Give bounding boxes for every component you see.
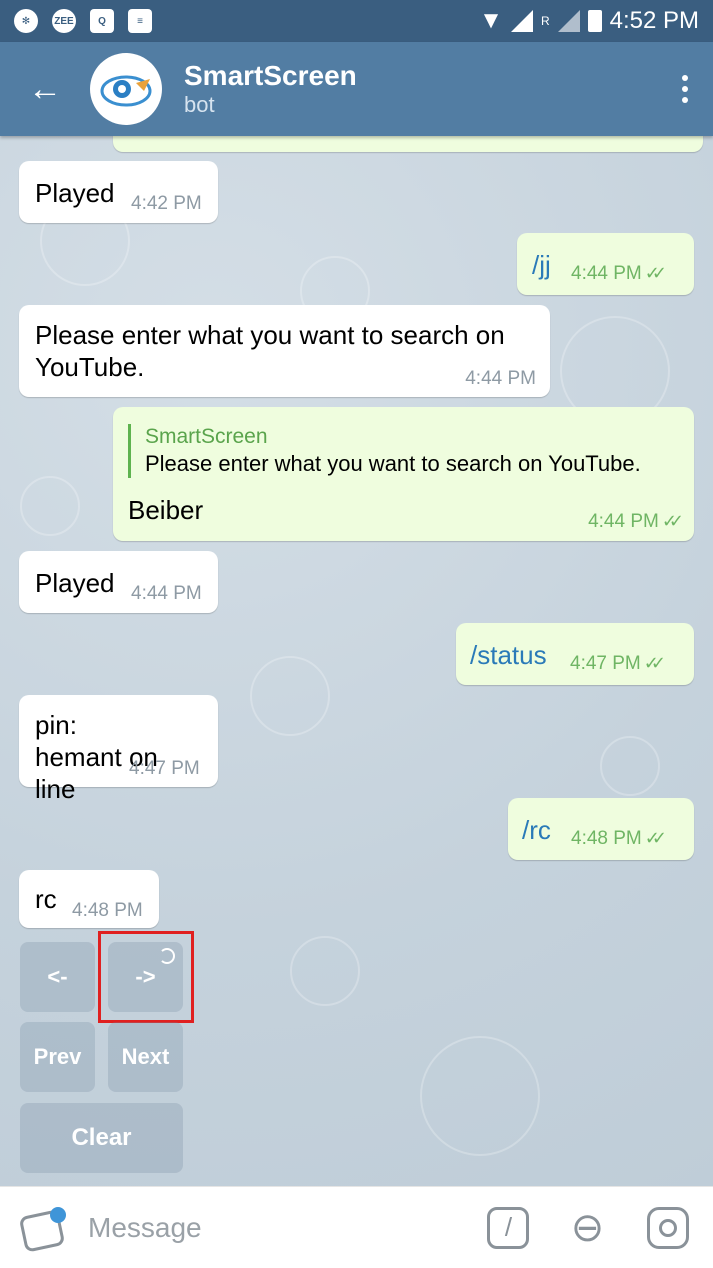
- roaming-indicator: R: [540, 14, 550, 28]
- message-bubble-incoming[interactable]: rc 4:48 PM: [19, 870, 159, 928]
- avatar[interactable]: [90, 53, 162, 125]
- reply-sender: SmartScreen: [145, 425, 268, 448]
- attach-icon[interactable]: ⊘: [560, 1199, 616, 1255]
- message-time: 4:42 PM: [131, 193, 202, 214]
- message-bubble-outgoing[interactable]: /rc 4:48 PM ✓✓: [508, 798, 694, 860]
- signal-icon: [510, 10, 533, 32]
- command-link[interactable]: /rc: [522, 814, 551, 846]
- reply-text: Please enter what you want to search on …: [145, 451, 641, 476]
- message-time: 4:44 PM: [588, 511, 659, 532]
- message-text: Played: [35, 568, 115, 598]
- keyboard-button-next[interactable]: Next: [108, 1022, 183, 1092]
- message-input[interactable]: Message: [88, 1212, 202, 1244]
- double-check-icon: ✓✓: [643, 653, 666, 673]
- message-time: 4:48 PM: [571, 828, 642, 849]
- message-bubble-outgoing-reply[interactable]: SmartScreen Please enter what you want t…: [113, 407, 694, 541]
- message-text: Beiber: [128, 495, 204, 525]
- command-link[interactable]: /status: [470, 639, 547, 671]
- message-time: 4:44 PM: [131, 583, 202, 604]
- sticker-emoji-icon[interactable]: [18, 1205, 68, 1253]
- chat-subtitle: bot: [184, 92, 215, 117]
- bird-logo-icon: [100, 75, 152, 107]
- signal-2-icon: [557, 10, 580, 32]
- keyboard-button-back[interactable]: <-: [20, 942, 95, 1012]
- message-bubble-outgoing[interactable]: /status 4:47 PM ✓✓: [456, 623, 694, 685]
- message-bubble-incoming[interactable]: pin: hemant on line 4:47 PM: [19, 695, 218, 804]
- message-time: 4:44 PM: [465, 368, 536, 389]
- more-options-icon[interactable]: [657, 42, 713, 136]
- back-arrow-icon[interactable]: ←: [0, 42, 90, 136]
- message-bubble-incoming[interactable]: Please enter what you want to search on …: [19, 305, 550, 397]
- chat-header: ← SmartScreen bot: [0, 42, 713, 136]
- double-check-icon: ✓✓: [661, 511, 684, 531]
- clock: 4:52 PM: [609, 7, 699, 34]
- status-bar: ✻ ZEE Q ≡ ▼ R 4:52 PM: [0, 0, 713, 42]
- message-text: Played: [35, 178, 115, 208]
- wifi-icon: ▼: [479, 7, 503, 34]
- keyboard-button-clear[interactable]: Clear: [20, 1103, 183, 1173]
- message-time: 4:47 PM: [129, 758, 200, 779]
- message-text: pin: hemant on line: [35, 710, 158, 804]
- message-bubble-outgoing[interactable]: /jj 4:44 PM ✓✓: [517, 233, 694, 295]
- keyboard-button-prev[interactable]: Prev: [20, 1022, 95, 1092]
- battery-icon: [587, 10, 602, 32]
- message-time: 4:47 PM: [570, 653, 641, 674]
- message-input-bar: Message / ⊘: [0, 1186, 713, 1268]
- chat-area[interactable]: Played 4:42 PM /jj 4:44 PM ✓✓ Please ente…: [0, 136, 713, 1186]
- bot-command-icon[interactable]: /: [487, 1206, 530, 1249]
- message-bubble-partial[interactable]: [113, 136, 703, 152]
- zee-icon: ZEE: [52, 9, 76, 33]
- highlight-box: [98, 931, 194, 1023]
- camera-icon[interactable]: [647, 1206, 689, 1249]
- chat-title: SmartScreen: [184, 60, 357, 91]
- double-check-icon: ✓✓: [644, 828, 667, 848]
- message-text: rc: [35, 884, 57, 914]
- camera-aperture-icon: ✻: [14, 9, 38, 33]
- double-check-icon: ✓✓: [644, 263, 667, 283]
- quoted-reply[interactable]: SmartScreen Please enter what you want t…: [128, 424, 683, 478]
- message-time: 4:48 PM: [72, 900, 143, 921]
- message-time: 4:44 PM: [571, 263, 642, 284]
- message-bubble-incoming[interactable]: Played 4:42 PM: [19, 161, 218, 223]
- command-link[interactable]: /jj: [532, 249, 551, 281]
- q-icon: Q: [90, 9, 114, 33]
- message-bubble-incoming[interactable]: Played 4:44 PM: [19, 551, 218, 613]
- news-icon: ≡: [128, 9, 152, 33]
